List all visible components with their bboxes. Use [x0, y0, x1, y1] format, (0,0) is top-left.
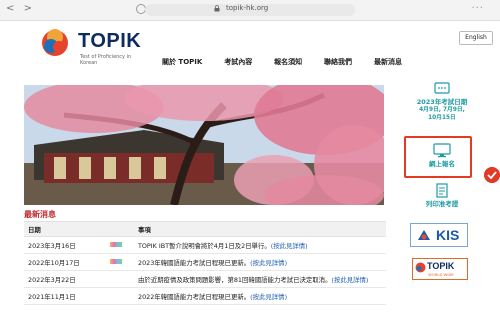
browser-toolbar: < > topik-hk.org ···	[0, 0, 500, 21]
exam-dates-panel[interactable]: 2023年考試日期 4月9日, 7月9日, 10月15日	[394, 82, 490, 122]
news-text: 2023年韓國語能力考試日程現已更新。	[138, 258, 251, 267]
highlight-box	[404, 136, 472, 178]
news-date: 2022年3月22日	[24, 270, 106, 288]
column-date: 日期	[24, 221, 134, 237]
news-heading: 最新消息	[24, 210, 56, 219]
table-row[interactable]: 2021年11月1日 2022年韓國語能力考試日程現已更新。(按此見詳情)	[24, 287, 386, 305]
topik-world-label: TOPIK	[427, 261, 455, 271]
news-item: 2023年韓國語能力考試日程現已更新。(按此見詳情)	[134, 253, 386, 271]
forward-button[interactable]: >	[24, 3, 32, 14]
print-admission-button[interactable]: 列印准考證	[394, 183, 490, 208]
news-text: 由於近期疫情及政策問題影響，第81回韓國語能力考試已決定取消。	[138, 275, 332, 284]
nav-news[interactable]: 最新消息	[374, 57, 402, 69]
news-link[interactable]: (按此見詳情)	[250, 259, 287, 267]
new-badge-icon	[106, 236, 134, 254]
table-row[interactable]: 2022年3月22日 由於近期疫情及政策問題影響，第81回韓國語能力考試已決定取…	[24, 270, 386, 288]
column-item: 事項	[134, 221, 386, 237]
news-date: 2022年10月17日	[24, 253, 106, 271]
news-link[interactable]: (按此見詳情)	[271, 242, 308, 250]
new-badge-icon	[106, 253, 134, 271]
nav-about[interactable]: 關於 TOPIK	[162, 57, 202, 69]
nav-exam-content[interactable]: 考試內容	[224, 57, 252, 69]
url-text: topik-hk.org	[226, 4, 269, 12]
news-text: 2022年韓國語能力考試日程現已更新。	[138, 292, 251, 301]
print-admission-label: 列印准考證	[425, 200, 459, 208]
news-date: 2021年11月1日	[24, 287, 106, 305]
kis-logo-icon	[418, 230, 430, 240]
news-text: TOPIK IBT暫介說明會將於4月1日及2日舉行。	[138, 241, 271, 250]
news-item: TOPIK IBT暫介說明會將於4月1日及2日舉行。(按此見詳情)	[134, 236, 386, 254]
news-table: 日期 事項 2023年3月16日 TOPIK IBT暫介說明會將於4月1日及2日…	[24, 221, 386, 305]
hero-image	[24, 85, 384, 205]
browser-nav: < >	[6, 3, 38, 14]
checkmark-icon	[484, 167, 500, 183]
language-button[interactable]: English	[459, 31, 493, 45]
topik-logo[interactable]: TOPIK Test of Proficiency in Korean	[40, 28, 150, 68]
topik-world-icon	[415, 262, 426, 273]
calendar-chat-icon	[434, 82, 450, 94]
news-link[interactable]: (按此見詳情)	[331, 276, 368, 284]
lock-icon	[214, 5, 220, 12]
nav-registration[interactable]: 報名須知	[274, 57, 302, 69]
exam-dates-line1: 4月9日, 7月9日,	[419, 107, 465, 113]
news-item: 由於近期疫情及政策問題影響，第81回韓國語能力考試已決定取消。(按此見詳情)	[134, 270, 386, 288]
table-row[interactable]: 2023年3月16日 TOPIK IBT暫介說明會將於4月1日及2日舉行。(按此…	[24, 236, 386, 254]
news-link[interactable]: (按此見詳情)	[250, 293, 287, 301]
browser-menu-icon[interactable]: ···	[471, 3, 484, 14]
document-icon	[436, 183, 448, 198]
back-button[interactable]: <	[6, 3, 14, 14]
logo-title: TOPIK	[78, 30, 142, 52]
empty-cell	[106, 270, 134, 288]
table-row[interactable]: 2022年10月17日 2023年韓國語能力考試日程現已更新。(按此見詳情)	[24, 253, 386, 271]
news-table-header: 日期 事項	[24, 221, 386, 237]
topik-world-sub: WORLD WIDE	[428, 272, 454, 277]
news-date: 2023年3月16日	[24, 236, 106, 254]
topik-logo-icon	[42, 29, 68, 56]
logo-subtitle: Test of Proficiency in Korean	[80, 54, 132, 66]
empty-cell	[106, 287, 134, 305]
exam-dates-line2: 10月15日	[428, 115, 456, 121]
news-item: 2022年韓國語能力考試日程現已更新。(按此見詳情)	[134, 287, 386, 305]
exam-dates-title: 2023年考試日期	[416, 98, 468, 106]
nav-contact[interactable]: 聯絡我們	[324, 57, 352, 69]
kis-label: KIS	[436, 227, 460, 243]
main-navigation: 關於 TOPIK 考試內容 報名須知 聯絡我們 最新消息	[162, 57, 402, 69]
